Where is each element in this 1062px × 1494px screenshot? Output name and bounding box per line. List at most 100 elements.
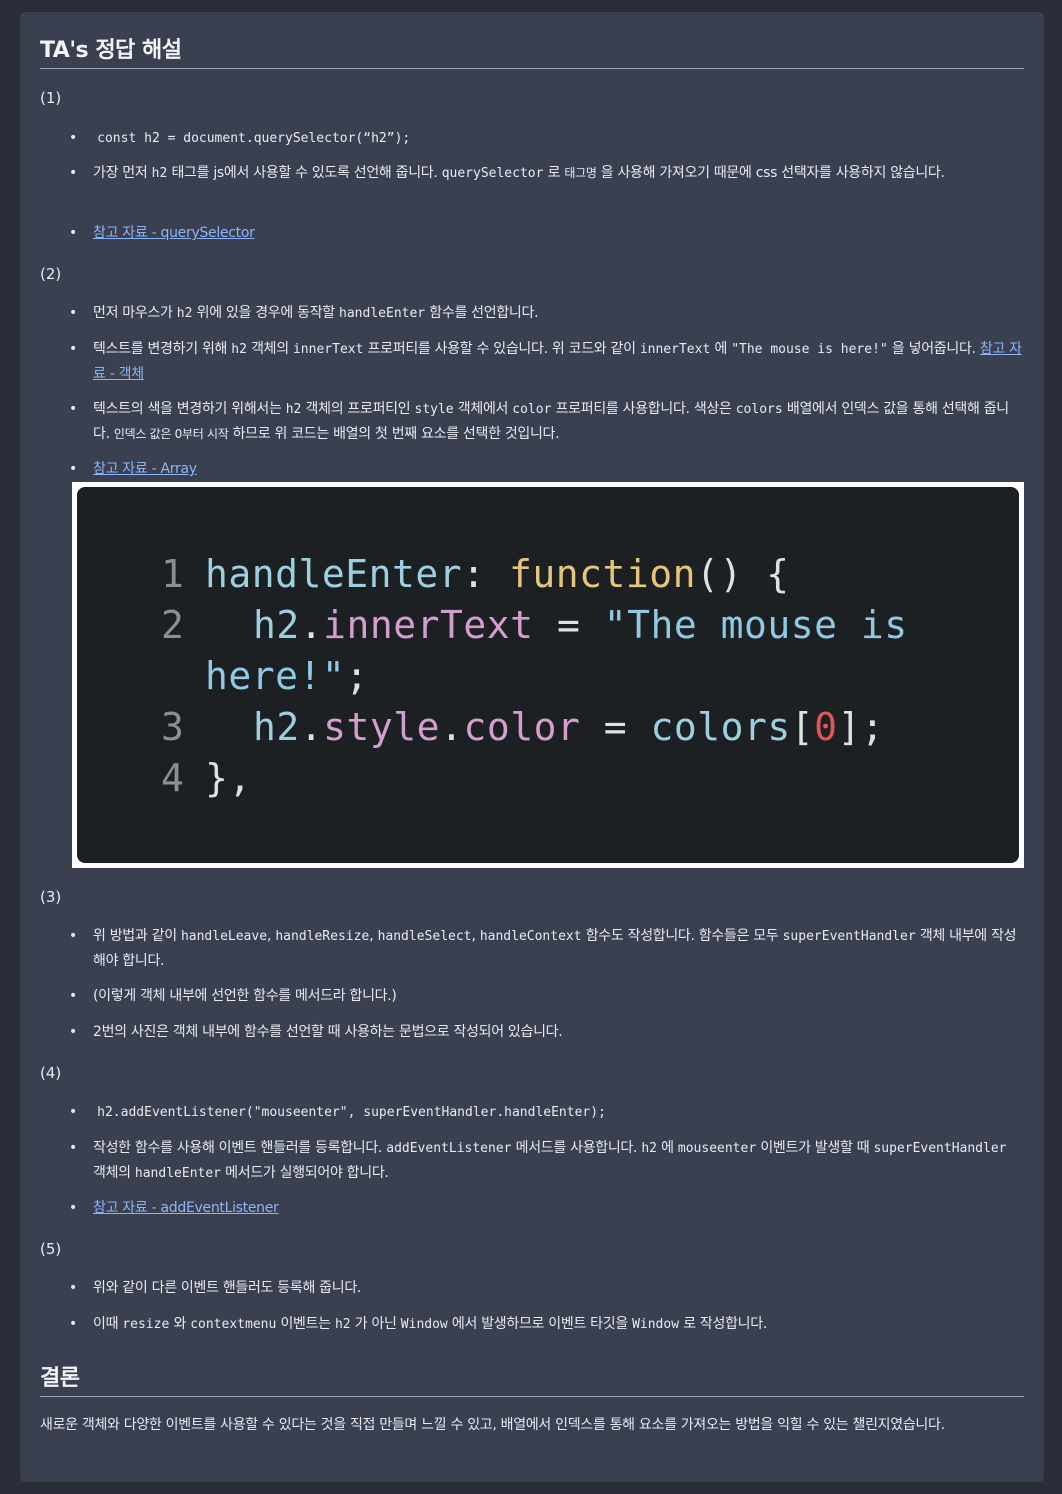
list-item: 이때 resize 와 contextmenu 이벤트는 h2 가 아닌 Win… [69,1312,1023,1337]
text: 객체에서 [457,401,509,417]
inline-code: innerText [292,342,364,357]
code-token: style [323,705,441,749]
inline-code: h2.addEventListener("mouseenter", superE… [97,1105,606,1120]
reference-link-array[interactable]: 참고 자료 - Array [93,461,197,477]
code-token: }, [205,756,252,800]
text: 위 방법과 같이 [93,928,177,944]
inline-code: h2 [285,402,302,417]
code-line-4: 4}, [161,753,1019,804]
title-divider [40,68,1024,69]
code-line-1: 1 handleEnter: function() { [161,549,1019,600]
line-number: 4 [161,756,185,800]
text: 하므로 위 코드는 배열의 첫 번째 요소를 선택한 것입니다. [232,426,560,442]
inline-code: handleEnter [339,306,426,321]
section-2-label: (2) [40,265,62,283]
text: 텍스트를 변경하기 위해 [93,341,228,357]
code-token: ]; [837,705,885,749]
text: 에 [714,341,728,357]
code-token: "The mouse is [603,603,908,647]
list-item: 참고 자료 - Array [69,457,1023,481]
code-line-3: 3 h2.style.color = colors[0]; [161,702,1019,753]
text: 메서드를 사용합니다. [515,1140,638,1156]
inline-code: innerText [639,342,711,357]
text: 을 넣어줍니다. [891,341,976,357]
inline-code: contextmenu [190,1317,277,1332]
inline-code: h2 [641,1141,657,1156]
inline-code: h2 [176,306,193,321]
code-token: 0 [814,705,838,749]
text: 객체의 [93,1165,131,1181]
text: 가 아닌 [354,1316,397,1332]
code-token: [ [790,705,815,749]
code-token: here!" [205,654,346,698]
list-item: (이렇게 객체 내부에 선언한 함수를 메서드라 합니다.) [69,984,1023,1008]
small-text: 인덱스 값은 0부터 시작 [113,427,229,441]
inline-code: h2 [151,166,168,181]
inline-code: mouseenter [677,1141,757,1156]
text: 을 사용해 가져오기 때문에 css 선택자를 사용하지 않습니다. [600,165,945,181]
reference-link-addeventlistener[interactable]: 참고 자료 - addEventListener [93,1200,279,1216]
text: 메서드가 실행되어야 합니다. [225,1165,389,1181]
inline-code: handleContext [479,929,582,944]
list-item: 참고 자료 - addEventListener [69,1196,1023,1220]
inline-code: handleResize [275,929,370,944]
text: 작성한 함수를 사용해 이벤트 핸들러를 등록합니다. [93,1140,383,1156]
code-line-2-wrap: here!"; [161,651,1019,702]
inline-code: h2 [231,342,247,357]
inline-code: superEventHandler [873,1141,1007,1156]
code-token: () { [695,552,790,596]
code-line-2: 2 h2.innerText = "The mouse is [161,600,1019,651]
list-item: 위 방법과 같이 handleLeave, handleResize, hand… [69,924,1023,973]
text: 함수도 작성합니다. 함수들은 모두 [585,928,779,944]
text: 이때 [93,1316,119,1332]
text: 함수를 선언합니다. [429,305,539,321]
text: 프로퍼티를 사용합니다. 색상은 [555,401,732,417]
list-item: 텍스트의 색을 변경하기 위해서는 h2 객체의 프로퍼티인 style 객체에… [69,397,1023,446]
list-item: 가장 먼저 h2 태그를 js에서 사용할 수 있도록 선언해 줍니다. que… [69,161,1023,186]
conclusion-text: 새로운 객체와 다양한 이벤트를 사용할 수 있다는 것을 직접 만들며 느낄 … [40,1417,945,1433]
text: 로 작성합니다. [683,1316,767,1332]
code-token: : [462,552,486,596]
text: 위와 같이 다른 이벤트 핸들러도 등록해 줍니다. [93,1280,362,1296]
text: 에서 발생하므로 이벤트 타깃을 [451,1316,628,1332]
text: 먼저 마우스가 [93,305,173,321]
small-text: 태그명 [564,166,597,180]
text: 이벤트가 발생할 때 [760,1140,870,1156]
inline-code: Window [632,1317,680,1332]
inline-code: "The mouse is here!" [731,342,888,357]
code-token: . [440,705,464,749]
text: 객체의 프로퍼티인 [305,401,411,417]
code-token: = [603,705,628,749]
text: 태그를 js에서 사용할 수 있도록 선언해 줍니다. [171,165,438,181]
code-token: innerText [323,603,534,647]
inline-code: superEventHandler [782,929,916,944]
list-item: 참고 자료 - querySelector [69,221,1023,245]
text: 가장 먼저 [93,165,148,181]
list-item: 2번의 사진은 객체 내부에 함수를 선언할 때 사용하는 문법으로 작성되어 … [69,1020,1023,1044]
section-5-label: (5) [40,1240,62,1258]
text: 로 [547,165,561,181]
reference-link-queryselector[interactable]: 참고 자료 - querySelector [93,225,255,241]
inline-code: Window [400,1317,448,1332]
list-item: 텍스트를 변경하기 위해 h2 객체의 innerText 프로퍼티를 사용할 … [69,337,1023,386]
inline-code: h2 [334,1317,351,1332]
inline-code: handleEnter [134,1166,221,1181]
inline-code: const h2 = document.querySelector(“h2”); [97,131,411,146]
inline-code: color [512,402,552,417]
code-token: handleEnter [205,552,463,596]
code-token: color [463,705,581,749]
code-token: = [556,603,581,647]
inline-code: resize [122,1317,170,1332]
text: 에 [661,1140,674,1156]
code-token: . [299,705,324,749]
text: 와 [173,1316,187,1332]
answer-card: TA's 정답 해설 (1) const h2 = document.query… [20,12,1044,1482]
line-number: 3 [161,705,185,749]
line-number: 1 [161,552,185,596]
inline-code: querySelector [441,166,544,181]
code-token: . [299,603,324,647]
code-block: 1 handleEnter: function() { 2 h2.innerText… [77,487,1019,863]
inline-code: colors [735,402,783,417]
code-screenshot: 1 handleEnter: function() { 2 h2.innerText… [72,482,1024,868]
conclusion-divider [40,1396,1024,1397]
